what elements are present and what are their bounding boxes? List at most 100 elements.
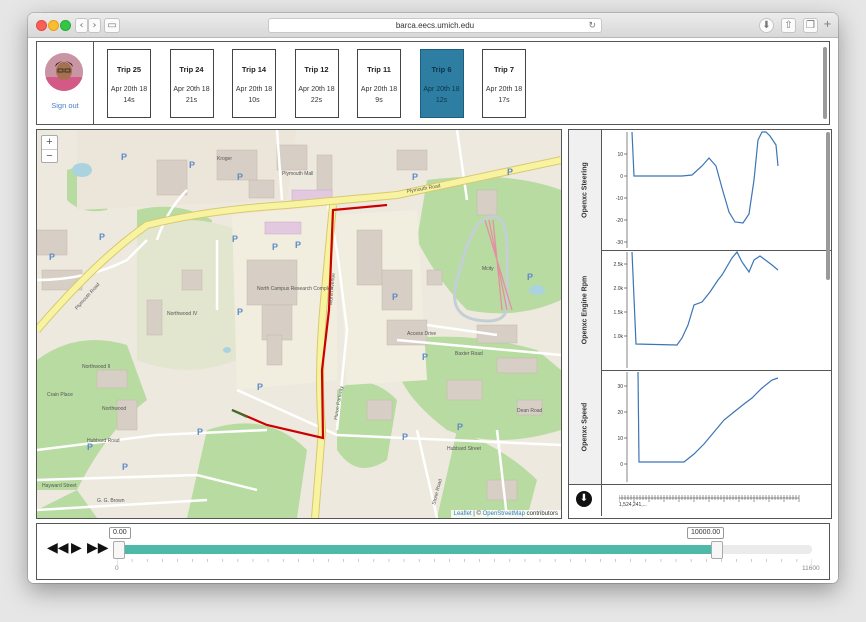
time-axis: 1,524,241,... xyxy=(619,495,800,508)
trip-duration: 17s xyxy=(498,97,510,104)
attribution-contributors: contributors xyxy=(524,511,558,517)
chart-steering: Openxc Steering 10 0 -10 -20 -30 xyxy=(569,130,831,251)
svg-text:P: P xyxy=(272,242,278,252)
trip-card[interactable]: Trip 6 Apr 20th 18 12s xyxy=(419,49,464,118)
new-tab-icon[interactable]: + xyxy=(822,18,833,31)
y-tick-label: 10 xyxy=(617,436,623,442)
zoom-window-button[interactable] xyxy=(60,20,71,31)
trip-duration: 12s xyxy=(435,97,448,104)
y-tick-label: 0 xyxy=(620,174,623,180)
sign-out-link[interactable]: Sign out xyxy=(37,101,93,110)
address-bar[interactable]: barca.eecs.umich.edu ↻ xyxy=(268,18,602,33)
trip-name: Trip 24 xyxy=(179,65,204,74)
zoom-in-button[interactable]: + xyxy=(42,136,57,150)
trip-card[interactable]: Trip 14 Apr 20th 18 10s xyxy=(232,49,276,118)
label-crain-place: Crain Place xyxy=(47,392,73,398)
rewind-icon[interactable]: ◀◀ xyxy=(47,540,69,556)
sidebar-icon[interactable]: ▭ xyxy=(104,18,120,33)
label-north-campus: North Campus Research Complex xyxy=(257,286,334,292)
trip-card[interactable]: Trip 25 Apr 20th 18 14s xyxy=(107,49,151,118)
label-dean-road: Dean Road xyxy=(517,408,543,414)
label-northwood-iv: Northwood IV xyxy=(167,311,198,317)
label-hubbard-road: Hubbard Road xyxy=(87,438,120,444)
back-icon[interactable]: ‹ xyxy=(75,18,88,33)
trip-date: Apr 20th 18 xyxy=(360,86,398,93)
minimize-window-button[interactable] xyxy=(48,20,59,31)
map-attribution: Leaflet | © OpenStreetMap contributors xyxy=(450,510,561,518)
trip-name: Trip 11 xyxy=(367,65,391,74)
trip-duration: 10s xyxy=(248,97,260,104)
chart-scrollbar[interactable] xyxy=(826,132,830,280)
range-end-handle[interactable] xyxy=(711,541,724,559)
label-kroger: Kroger xyxy=(217,156,232,162)
label-hubbard-street: Hubbard Street xyxy=(447,446,482,452)
range-start-handle[interactable] xyxy=(113,541,125,559)
label-northwood: Northwood xyxy=(102,406,126,412)
chart-steering-plot: 10 0 -10 -20 -30 xyxy=(616,131,779,248)
trip-date: Apr 20th 18 xyxy=(173,86,210,93)
leaflet-link[interactable]: Leaflet xyxy=(454,511,472,517)
y-tick-label: 1.0k xyxy=(614,334,624,340)
rpm-line xyxy=(631,250,779,346)
svg-text:P: P xyxy=(99,232,105,242)
svg-text:P: P xyxy=(402,432,408,442)
share-icon[interactable]: ⇧ xyxy=(781,18,796,33)
fast-forward-icon[interactable]: ▶▶ xyxy=(87,540,109,556)
svg-text:P: P xyxy=(295,240,301,250)
svg-text:P: P xyxy=(257,382,263,392)
y-tick-label: 2.0k xyxy=(614,286,624,292)
chart-rpm-label: Openxc Engine Rpm xyxy=(569,250,602,370)
avatar xyxy=(45,53,83,91)
svg-text:P: P xyxy=(197,427,203,437)
trip-name: Trip 7 xyxy=(493,65,514,74)
scale-min-label: 0 xyxy=(115,565,119,572)
y-tick-label: 2.5k xyxy=(614,262,624,268)
zoom-out-button[interactable]: − xyxy=(42,150,57,163)
svg-text:P: P xyxy=(49,252,55,262)
range-start-value: 0.00 xyxy=(109,527,131,539)
map-zoom-control: + − xyxy=(41,135,58,163)
osm-link[interactable]: OpenStreetMap xyxy=(483,511,525,517)
steering-line xyxy=(631,131,779,224)
trip-name: Trip 25 xyxy=(116,65,142,74)
playback-progress-fill xyxy=(117,545,717,554)
y-tick-label: 10 xyxy=(617,152,623,158)
browser-titlebar: ‹ › ▭ barca.eecs.umich.edu ↻ ⬇ ⇧ ❐ + xyxy=(28,13,838,38)
y-tick-label: 30 xyxy=(617,384,623,390)
trip-name: Trip 6 xyxy=(431,65,452,74)
trip-duration: 14s xyxy=(123,97,135,104)
label-access-drive: Access Drive xyxy=(407,331,436,337)
downloads-icon[interactable]: ⬇ xyxy=(759,18,774,33)
playback-scale xyxy=(117,559,812,565)
close-window-button[interactable] xyxy=(36,20,47,31)
svg-text:P: P xyxy=(237,307,243,317)
chart-rpm: Openxc Engine Rpm 2.5k 2.0k 1.5k 1.0k xyxy=(569,250,831,371)
trip-name: Trip 14 xyxy=(241,65,267,74)
label-baxter-road: Baxter Road xyxy=(455,351,483,357)
trip-name: Trip 12 xyxy=(304,65,329,74)
forward-icon[interactable]: › xyxy=(88,18,101,33)
chart-steering-label: Openxc Steering xyxy=(569,130,602,250)
y-tick-label: 0 xyxy=(620,462,623,468)
reload-icon[interactable]: ↻ xyxy=(588,19,596,32)
trip-duration: 21s xyxy=(185,97,198,104)
playback-track[interactable] xyxy=(117,545,812,554)
trip-card[interactable]: Trip 12 Apr 20th 18 22s xyxy=(294,49,339,118)
trip-card[interactable]: Trip 11 Apr 20th 18 9s xyxy=(357,49,401,118)
play-icon[interactable]: ▶ xyxy=(71,540,82,556)
download-box: ⬇ xyxy=(569,484,602,516)
y-tick-label: 1.5k xyxy=(614,310,624,316)
trip-card[interactable]: Trip 7 Apr 20th 18 17s xyxy=(482,49,526,118)
trip-date: Apr 20th 18 xyxy=(235,86,273,93)
trip-card[interactable]: Trip 24 Apr 20th 18 21s xyxy=(169,49,214,118)
map-tiles[interactable]: PPP PP P PPP PPP PPP PPP PP Plymouth Road… xyxy=(37,130,561,518)
y-tick-label: -20 xyxy=(616,218,623,224)
time-axis-label: 1,524,241,... xyxy=(619,502,647,508)
trip-panel-scrollbar[interactable] xyxy=(823,47,827,119)
trip-duration: 9s xyxy=(375,97,383,104)
download-icon[interactable]: ⬇ xyxy=(576,491,592,507)
trip-date: Apr 20th 18 xyxy=(423,86,460,93)
tabs-icon[interactable]: ❐ xyxy=(803,18,818,33)
sensor-charts: Openxc Steering 10 0 -10 -20 -30 Openxc Engi… xyxy=(568,129,832,519)
route-map[interactable]: PPP PPP PPP PPP PPP PPP PP Plymouth Road… xyxy=(36,129,562,519)
